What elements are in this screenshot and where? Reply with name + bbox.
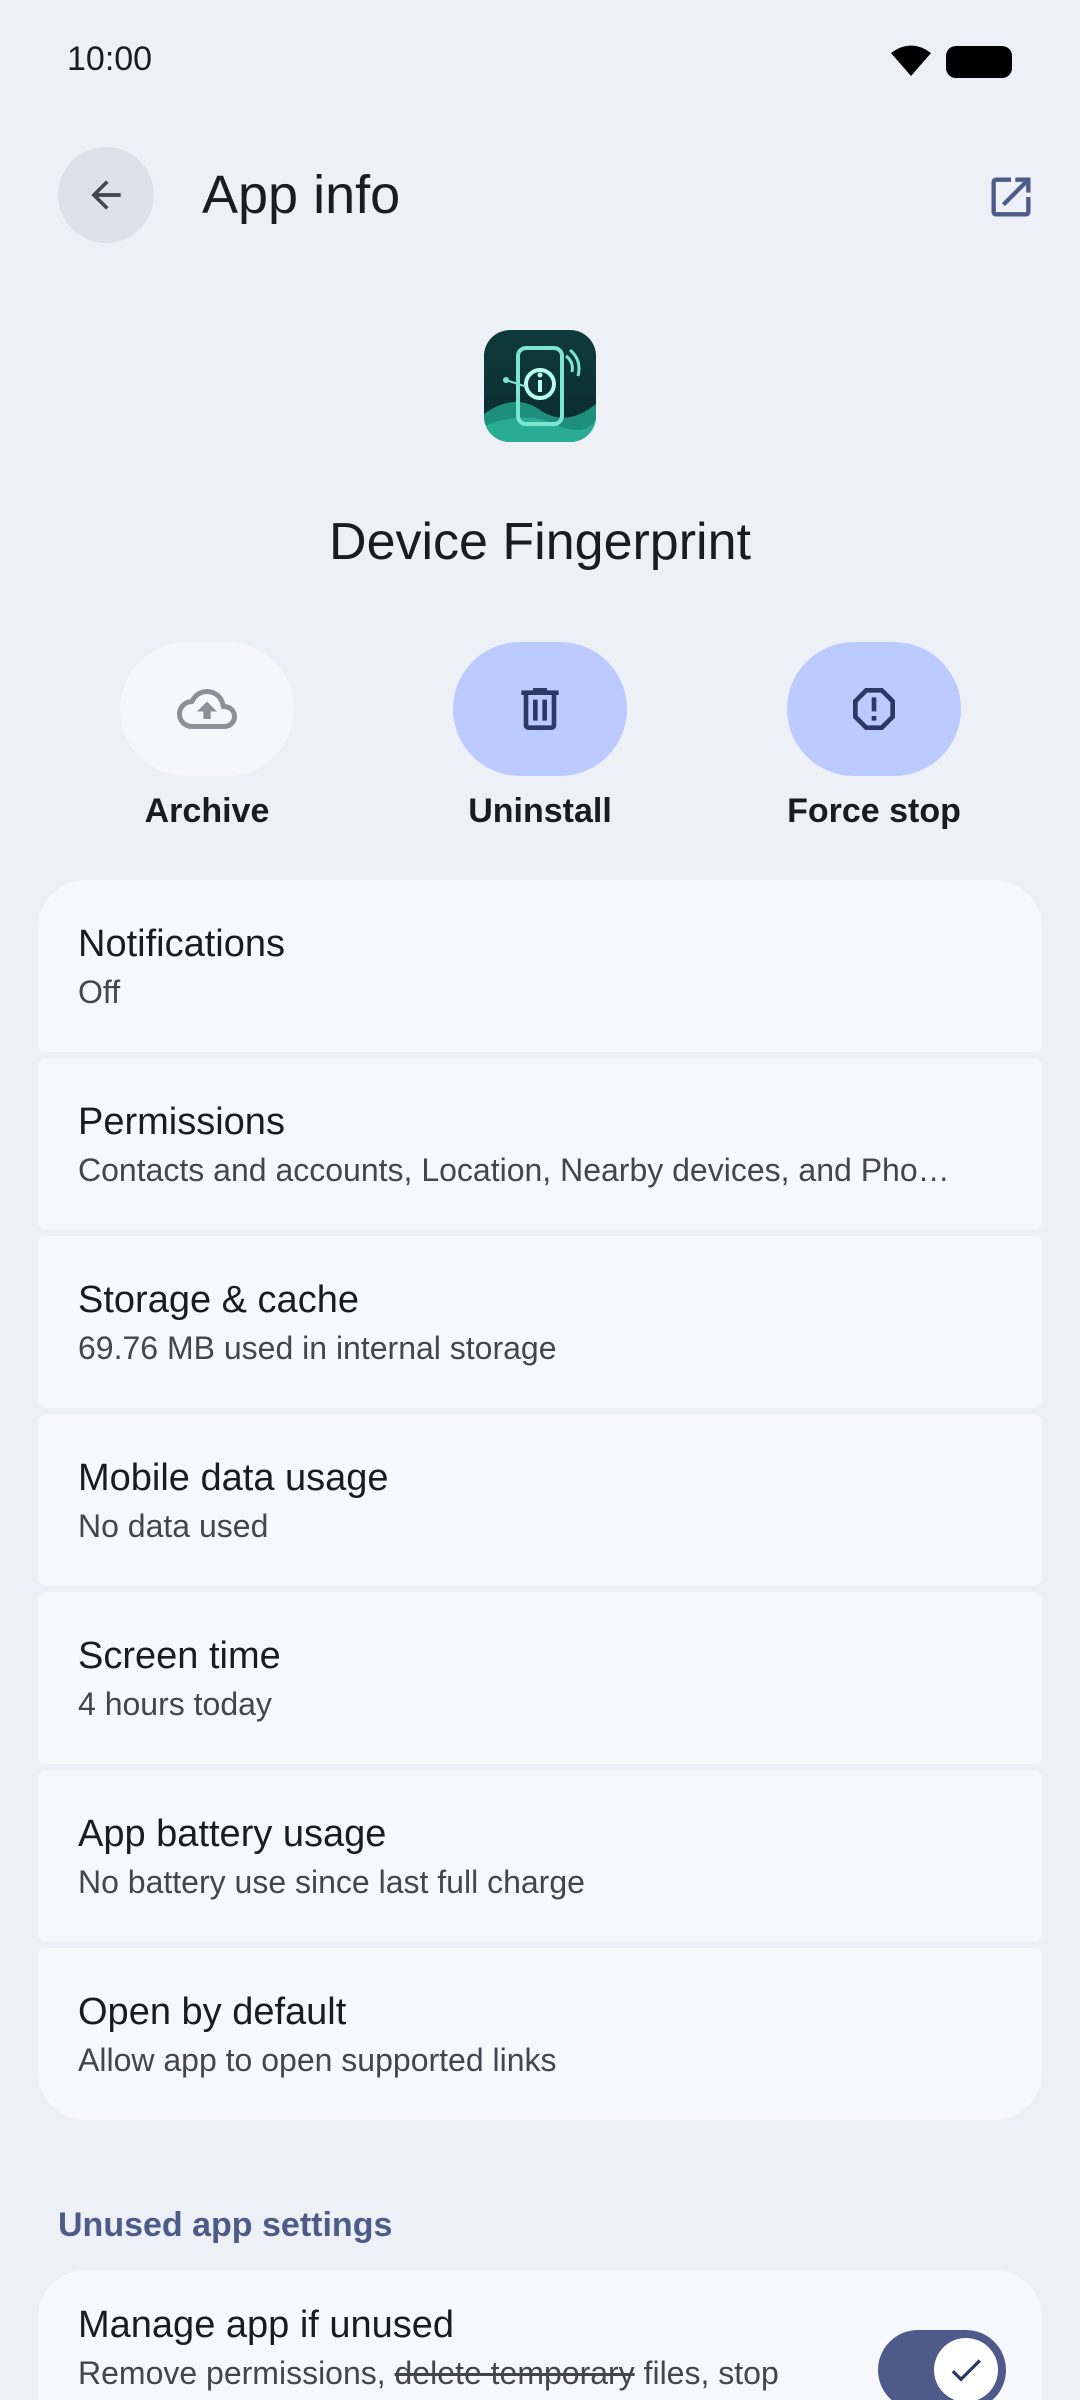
force-stop-label: Force stop — [787, 792, 961, 830]
item-title: Mobile data usage — [78, 1457, 389, 1499]
item-title: Open by default — [78, 1991, 347, 2033]
trash-icon — [521, 688, 559, 730]
status-bar: 10:00 — [0, 0, 1080, 124]
item-title: Permissions — [78, 1101, 285, 1143]
section-header-unused: Unused app settings — [58, 2206, 393, 2244]
settings-item-battery[interactable]: App battery usage No battery use since l… — [38, 1770, 1042, 1942]
back-button[interactable] — [58, 147, 154, 243]
archive-label: Archive — [144, 792, 270, 830]
uninstall-action[interactable]: Uninstall — [453, 642, 627, 831]
item-subtitle: No data used — [78, 1507, 269, 1544]
app-icon — [484, 330, 596, 442]
item-subtitle: No battery use since last full charge — [78, 1863, 585, 1900]
settings-item-screen-time[interactable]: Screen time 4 hours today — [38, 1592, 1042, 1764]
settings-list: Notifications Off Permissions Contacts a… — [38, 880, 1042, 2120]
force-stop-action[interactable]: Force stop — [787, 642, 961, 831]
item-subtitle: Off — [78, 973, 121, 1010]
arrow-back-icon — [91, 180, 121, 210]
page-title: App info — [202, 165, 401, 225]
item-subtitle: 69.76 MB used in internal storage — [78, 1329, 557, 1366]
item-title: Storage & cache — [78, 1279, 359, 1321]
item-title: Screen time — [78, 1635, 281, 1677]
subtitle-strike: delete temporary — [394, 2355, 635, 2391]
item-subtitle: 4 hours today — [78, 1685, 272, 1722]
status-time: 10:00 — [67, 40, 153, 78]
manage-app-if-unused-item[interactable]: Manage app if unused Remove permissions,… — [38, 2270, 1042, 2400]
settings-item-mobile-data[interactable]: Mobile data usage No data used — [38, 1414, 1042, 1586]
app-name: Device Fingerprint — [329, 513, 751, 571]
item-subtitle: Contacts and accounts, Location, Nearby … — [78, 1151, 950, 1188]
open-external-button[interactable] — [982, 168, 1040, 226]
settings-item-storage[interactable]: Storage & cache 69.76 MB used in interna… — [38, 1236, 1042, 1408]
settings-item-notifications[interactable]: Notifications Off — [38, 880, 1042, 1052]
uninstall-button[interactable] — [453, 642, 627, 776]
wifi-icon — [890, 44, 932, 78]
archive-button[interactable] — [120, 642, 294, 776]
item-subtitle: Remove permissions, delete temporary fil… — [78, 2355, 858, 2392]
item-title: Notifications — [78, 923, 285, 965]
open-in-new-icon — [991, 177, 1031, 217]
item-subtitle: Allow app to open supported links — [78, 2041, 557, 2078]
battery-icon — [946, 46, 1012, 78]
toggle-knob — [934, 2338, 998, 2400]
subtitle-part1: Remove permissions, — [78, 2355, 395, 2391]
alert-octagon-icon — [853, 688, 895, 730]
force-stop-button[interactable] — [787, 642, 961, 776]
manage-unused-toggle[interactable] — [878, 2330, 1006, 2400]
uninstall-label: Uninstall — [468, 792, 612, 830]
archive-action[interactable]: Archive — [120, 642, 294, 831]
settings-item-open-by-default[interactable]: Open by default Allow app to open suppor… — [38, 1948, 1042, 2120]
settings-item-permissions[interactable]: Permissions Contacts and accounts, Locat… — [38, 1058, 1042, 1230]
cloud-upload-icon — [177, 689, 237, 729]
subtitle-part2: files, stop — [634, 2355, 779, 2391]
item-title: App battery usage — [78, 1813, 387, 1855]
check-icon — [951, 2359, 981, 2382]
